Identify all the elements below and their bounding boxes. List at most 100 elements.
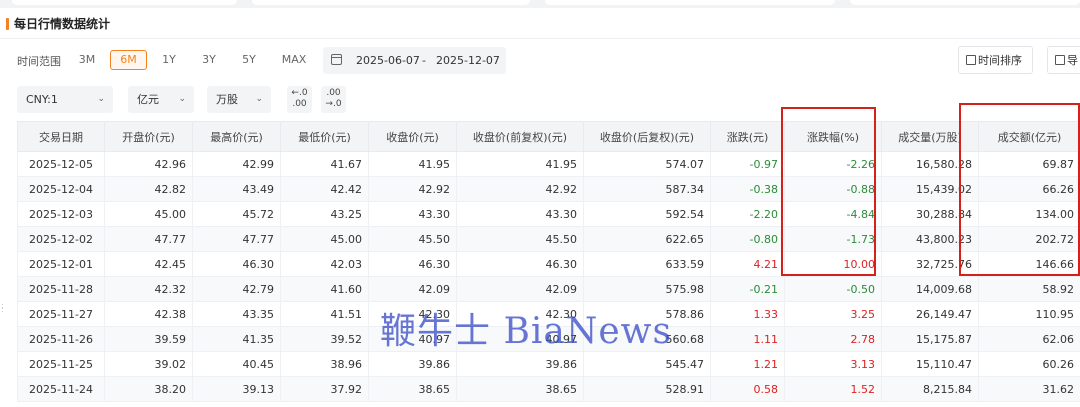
currency-select[interactable]: CNY:1 ⌄ [17, 86, 113, 113]
table-row[interactable]: 2025-11-26 39.59 41.35 39.52 40.97 40.97 560.6… [17, 326, 1080, 352]
range-6m-button[interactable]: 6M [110, 50, 147, 70]
decrease-decimal-button[interactable]: ←.0 .00 [287, 86, 312, 113]
table-cell: 3.25 [784, 301, 882, 327]
table-row[interactable]: 2025-12-04 42.82 43.49 42.42 42.92 42.92 587.3… [17, 176, 1080, 202]
amount-unit-value: 亿元 [137, 93, 159, 106]
table-cell: 38.65 [456, 376, 584, 402]
trade-date-cell: 2025-11-28 [17, 276, 105, 302]
table-cell: 16,580.28 [881, 151, 979, 177]
range-5y-button[interactable]: 5Y [232, 50, 266, 70]
table-cell: 4.21 [710, 251, 785, 277]
table-row[interactable]: 2025-11-27 42.38 43.35 41.51 42.30 42.30 578.8… [17, 301, 1080, 327]
column-header[interactable]: 最低价(元) [280, 121, 369, 152]
table-cell: 60.26 [978, 351, 1080, 377]
date-separator: - [422, 54, 426, 67]
table-cell: 43.35 [192, 301, 281, 327]
export-icon [1055, 55, 1065, 65]
table-cell: 592.54 [583, 201, 711, 227]
top-strip [0, 0, 1080, 8]
column-header[interactable]: 成交额(亿元) [978, 121, 1080, 152]
table-cell: 42.99 [192, 151, 281, 177]
table-cell: 40.45 [192, 351, 281, 377]
table-cell: 622.65 [583, 226, 711, 252]
trade-date-cell: 2025-12-04 [17, 176, 105, 202]
table-cell: 39.13 [192, 376, 281, 402]
range-1y-button[interactable]: 1Y [152, 50, 186, 70]
table-cell: 39.52 [280, 326, 369, 352]
table-cell: 43.49 [192, 176, 281, 202]
date-range-picker[interactable]: 2025-06-07 - 2025-12-07 [323, 47, 506, 74]
table-cell: -0.38 [710, 176, 785, 202]
column-header[interactable]: 成交量(万股) [881, 121, 979, 152]
range-label: 时间范围 [17, 55, 61, 68]
trade-date-cell: 2025-11-24 [17, 376, 105, 402]
column-header[interactable]: 涨跌幅(%) [784, 121, 882, 152]
table-cell: 41.35 [192, 326, 281, 352]
column-header[interactable]: 收盘价(后复权)(元) [583, 121, 711, 152]
table-cell: 202.72 [978, 226, 1080, 252]
chevron-down-icon: ⌄ [255, 94, 263, 104]
range-3y-button[interactable]: 3Y [192, 50, 226, 70]
table-cell: 38.96 [280, 351, 369, 377]
table-cell: 0.58 [710, 376, 785, 402]
table-cell: 40.97 [456, 326, 584, 352]
table-cell: 39.86 [456, 351, 584, 377]
table-cell: 41.95 [368, 151, 457, 177]
table-cell: 41.95 [456, 151, 584, 177]
table-cell: 1.52 [784, 376, 882, 402]
table-cell: 39.02 [104, 351, 193, 377]
volume-unit-value: 万股 [216, 93, 238, 106]
resize-handle[interactable]: :: [1, 302, 6, 316]
table-cell: 46.30 [192, 251, 281, 277]
table-cell: 37.92 [280, 376, 369, 402]
calendar-icon [331, 54, 342, 65]
table-row[interactable]: 2025-11-25 39.02 40.45 38.96 39.86 39.86 545.4… [17, 351, 1080, 377]
column-header[interactable]: 最高价(元) [192, 121, 281, 152]
table-cell: -0.88 [784, 176, 882, 202]
column-header[interactable]: 收盘价(元) [368, 121, 457, 152]
table-cell: 43.30 [368, 201, 457, 227]
table-cell: 31.62 [978, 376, 1080, 402]
column-header[interactable]: 交易日期 [17, 121, 105, 152]
start-date[interactable]: 2025-06-07 [356, 54, 420, 67]
table-cell: 42.30 [456, 301, 584, 327]
increase-decimal-button[interactable]: .00 →.0 [321, 86, 346, 113]
table-row[interactable]: 2025-12-03 45.00 45.72 43.25 43.30 43.30 592.5… [17, 201, 1080, 227]
trade-date-cell: 2025-12-03 [17, 201, 105, 227]
volume-unit-select[interactable]: 万股 ⌄ [207, 86, 271, 113]
table-cell: 69.87 [978, 151, 1080, 177]
end-date[interactable]: 2025-12-07 [436, 54, 500, 67]
table-row[interactable]: 2025-11-24 38.20 39.13 37.92 38.65 38.65 528.9… [17, 376, 1080, 402]
table-cell: 40.97 [368, 326, 457, 352]
table-cell: 575.98 [583, 276, 711, 302]
table-cell: 58.92 [978, 276, 1080, 302]
divider [0, 38, 1080, 39]
table-row[interactable]: 2025-12-02 47.77 47.77 45.00 45.50 45.50 622.6… [17, 226, 1080, 252]
time-sort-button[interactable]: 时间排序 [958, 46, 1033, 74]
table-cell: 2.78 [784, 326, 882, 352]
export-button[interactable]: 导 [1047, 46, 1080, 74]
table-cell: 43,800.23 [881, 226, 979, 252]
table-cell: 47.77 [192, 226, 281, 252]
table-row[interactable]: 2025-12-01 42.45 46.30 42.03 46.30 46.30 633.5… [17, 251, 1080, 277]
column-header[interactable]: 涨跌(元) [710, 121, 785, 152]
table-cell: 45.50 [368, 226, 457, 252]
column-header[interactable]: 收盘价(前复权)(元) [456, 121, 584, 152]
table-row[interactable]: 2025-12-05 42.96 42.99 41.67 41.95 41.95 574.0… [17, 151, 1080, 177]
amount-unit-select[interactable]: 亿元 ⌄ [128, 86, 194, 113]
table-cell: 42.09 [456, 276, 584, 302]
table-cell: 38.20 [104, 376, 193, 402]
range-3m-button[interactable]: 3M [70, 50, 104, 70]
table-cell: 42.82 [104, 176, 193, 202]
table-cell: 578.86 [583, 301, 711, 327]
range-max-button[interactable]: MAX [274, 50, 314, 70]
time-sort-label: 时间排序 [978, 54, 1022, 67]
table-cell: -2.20 [710, 201, 785, 227]
table-cell: 42.09 [368, 276, 457, 302]
table-cell: 110.95 [978, 301, 1080, 327]
table-row[interactable]: 2025-11-28 42.32 42.79 41.60 42.09 42.09 575.9… [17, 276, 1080, 302]
trade-date-cell: 2025-11-26 [17, 326, 105, 352]
column-header[interactable]: 开盘价(元) [104, 121, 193, 152]
sort-icon [966, 55, 976, 65]
chevron-down-icon: ⌄ [97, 94, 105, 104]
